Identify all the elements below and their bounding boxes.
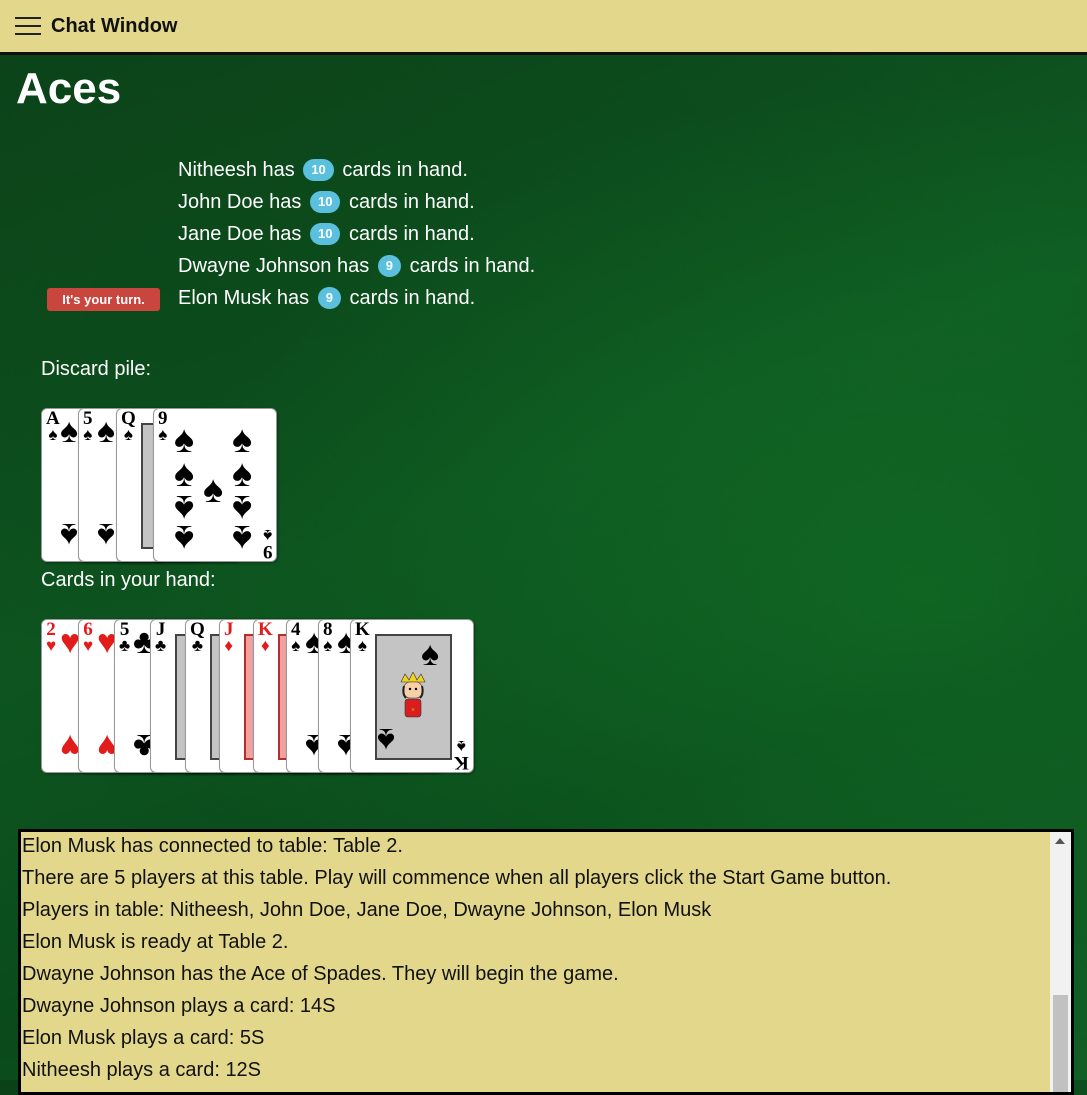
player-row: Nitheesh has 10 cards in hand.: [178, 156, 535, 188]
card-suit-icon: ♣: [155, 636, 167, 655]
card-count-badge: 9: [377, 254, 402, 277]
hand-label: Cards in your hand:: [41, 569, 216, 591]
chat-message: Dwayne Johnson has the Ace of Spades. Th…: [22, 963, 619, 985]
card-suit-icon: ♠: [48, 425, 58, 444]
top-bar: Chat Window: [0, 0, 1087, 55]
card-suit-icon: ♠: [262, 526, 272, 545]
player-text-suffix: cards in hand.: [349, 191, 475, 213]
player-text-suffix: cards in hand.: [409, 255, 536, 277]
chat-message: Dwayne Johnson plays a card: 14S: [22, 995, 336, 1017]
player-row: John Doe has 10 cards in hand.: [178, 188, 535, 220]
card-count-badge: 10: [309, 222, 341, 245]
card-suit-icon: ♠: [323, 636, 333, 655]
chat-message: There are 5 players at this table. Play …: [22, 867, 892, 889]
card-rank: 9: [262, 541, 273, 562]
card-suit-icon: ♠: [123, 425, 133, 444]
player-text-suffix: cards in hand.: [349, 287, 476, 309]
player-text: Jane Doe has: [178, 223, 302, 245]
player-text: Nitheesh has: [178, 159, 295, 181]
chat-message: Nitheesh plays a card: 12S: [22, 1059, 262, 1081]
chat-window-toggle[interactable]: Chat Window: [51, 15, 177, 38]
card-pip-icon: ♠: [232, 517, 253, 559]
scroll-thumb[interactable]: [1053, 995, 1068, 1092]
game-title: Aces: [16, 64, 122, 113]
king-figure-icon: ×: [400, 672, 426, 718]
card-pip-icon: ♠: [203, 469, 224, 511]
hamburger-menu-icon[interactable]: [15, 16, 41, 36]
discard-pile-label: Discard pile:: [41, 358, 152, 380]
player-row: Dwayne Johnson has 9 cards in hand.: [178, 252, 535, 284]
scroll-up-arrow-icon[interactable]: [1055, 838, 1065, 844]
face-card-art: ♠ ♠ ×: [375, 634, 452, 760]
player-text: Dwayne Johnson has: [178, 255, 370, 277]
chat-message: Elon Musk is ready at Table 2.: [22, 931, 289, 953]
player-row: Jane Doe has 10 cards in hand.: [178, 220, 535, 252]
card-count-badge: 9: [317, 286, 341, 309]
player-text: Elon Musk has: [178, 287, 310, 309]
card-rank: K: [454, 752, 469, 773]
card-suit-icon: ♠: [158, 425, 168, 444]
chat-message: Players in table: Nitheesh, John Doe, Ja…: [22, 899, 712, 921]
card-suit-icon: ♠: [421, 636, 440, 673]
card-pip-icon: ♠: [60, 413, 79, 450]
player-list: Nitheesh has 10 cards in hand. John Doe h…: [178, 156, 535, 316]
chat-message: Elon Musk plays a card: 5S: [22, 1027, 265, 1049]
card-count-badge: 10: [303, 158, 334, 181]
chat-log[interactable]: Elon Musk has connected to table: Table …: [18, 829, 1074, 1095]
card-suit-icon: ♠: [377, 721, 396, 758]
card-suit-icon: ♠: [357, 636, 367, 655]
card-suit-icon: ♠: [291, 636, 301, 655]
card-suit-icon: ♦: [224, 636, 234, 655]
card-suit-icon: ♣: [191, 636, 203, 655]
card-pip-icon: ♠: [97, 516, 116, 553]
card-suit-icon: ♦: [261, 636, 270, 655]
card-pip-icon: ♠: [97, 413, 116, 450]
playing-card[interactable]: K ♠ ♠ ♠ × K ♠: [350, 619, 474, 773]
card-suit-icon: ♣: [119, 636, 131, 655]
chat-message: Elon Musk has connected to table: Table …: [22, 835, 403, 857]
card-suit-icon: ♥: [83, 636, 94, 655]
player-row: Elon Musk has 9 cards in hand.: [178, 284, 535, 316]
card-pip-icon: ♠: [60, 516, 79, 553]
playing-card[interactable]: 9 ♠ ♠ ♠ ♠ ♠ ♠ ♠ ♠ ♠ ♠ 9 ♠: [153, 408, 277, 562]
turn-badge: It's your turn.: [47, 288, 160, 311]
player-text: John Doe has: [178, 191, 302, 213]
svg-text:×: ×: [411, 706, 415, 714]
chat-scrollbar[interactable]: [1050, 832, 1071, 1092]
card-suit-icon: ♠: [83, 425, 93, 444]
card-pip-icon: ♠: [174, 517, 195, 559]
card-suit-icon: ♥: [46, 636, 57, 655]
card-count-badge: 10: [309, 190, 341, 213]
player-text-suffix: cards in hand.: [349, 223, 475, 245]
player-text-suffix: cards in hand.: [342, 159, 468, 181]
